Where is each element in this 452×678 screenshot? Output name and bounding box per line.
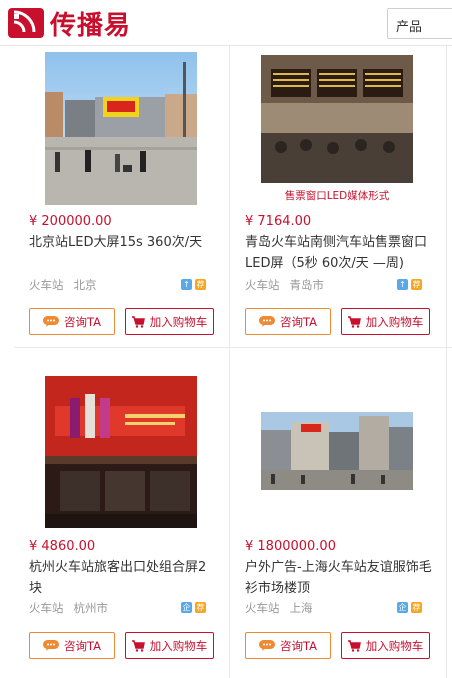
enterprise-badge-icon: 企 bbox=[397, 602, 408, 613]
product-category: 火车站 bbox=[245, 278, 280, 292]
product-price: ¥ 4860.00 bbox=[29, 539, 96, 554]
chat-bubble-icon bbox=[259, 640, 275, 651]
consult-button[interactable]: 咨询TA bbox=[29, 632, 115, 659]
top-header: 传播易 产品 bbox=[0, 0, 452, 46]
search-category-select[interactable]: 产品 bbox=[387, 8, 452, 39]
product-image[interactable] bbox=[261, 412, 413, 490]
product-image[interactable] bbox=[45, 376, 197, 528]
product-title[interactable]: 户外广告-上海火车站友谊服饰毛衫市场楼顶 bbox=[245, 557, 435, 599]
product-price: ¥ 7164.00 bbox=[245, 214, 312, 229]
recommend-badge-icon: 荐 bbox=[195, 279, 206, 290]
product-title[interactable]: 北京站LED大屏15s 360次/天 bbox=[29, 232, 219, 253]
badge-group: 企 荐 bbox=[397, 602, 422, 613]
product-meta: 火车站 杭州市 bbox=[29, 600, 108, 616]
product-meta: 火车站 上海 bbox=[245, 600, 313, 616]
broadcast-logo-icon bbox=[8, 8, 44, 38]
cart-icon bbox=[131, 639, 145, 652]
add-to-cart-label: 加入购物车 bbox=[149, 638, 208, 653]
product-city: 上海 bbox=[289, 601, 313, 615]
product-meta: 火车站 北京 bbox=[29, 277, 97, 293]
product-city: 北京 bbox=[73, 278, 97, 292]
cart-icon bbox=[347, 315, 361, 328]
product-city: 青岛市 bbox=[289, 278, 325, 292]
product-meta: 火车站 青岛市 bbox=[245, 277, 324, 293]
right-divider bbox=[446, 46, 447, 678]
add-to-cart-label: 加入购物车 bbox=[365, 314, 424, 329]
enterprise-badge-icon: 企 bbox=[181, 602, 192, 613]
chat-bubble-icon bbox=[259, 316, 275, 327]
add-to-cart-label: 加入购物车 bbox=[365, 638, 424, 653]
product-image[interactable]: 售票窗口LED媒体形式 bbox=[261, 55, 413, 205]
logo-text: 传播易 bbox=[50, 10, 132, 41]
product-title[interactable]: 杭州火车站旅客出口处组合屏2块 bbox=[29, 557, 219, 599]
consult-label: 咨询TA bbox=[280, 638, 317, 653]
recommend-badge-icon: 荐 bbox=[411, 602, 422, 613]
consult-label: 咨询TA bbox=[64, 314, 101, 329]
row-divider bbox=[14, 347, 452, 348]
add-to-cart-button[interactable]: 加入购物车 bbox=[341, 308, 430, 335]
consult-button[interactable]: 咨询TA bbox=[245, 308, 331, 335]
product-category: 火车站 bbox=[29, 278, 64, 292]
badge-group: ↑ 荐 bbox=[181, 279, 206, 290]
product-price: ¥ 200000.00 bbox=[29, 214, 112, 229]
product-category: 火车站 bbox=[29, 601, 64, 615]
column-divider bbox=[229, 46, 230, 678]
chat-bubble-icon bbox=[43, 640, 59, 651]
add-to-cart-button[interactable]: 加入购物车 bbox=[341, 632, 430, 659]
recommend-badge-icon: 荐 bbox=[411, 279, 422, 290]
add-to-cart-label: 加入购物车 bbox=[149, 314, 208, 329]
product-price: ¥ 1800000.00 bbox=[245, 539, 336, 554]
product-city: 杭州市 bbox=[73, 601, 109, 615]
consult-button[interactable]: 咨询TA bbox=[245, 632, 331, 659]
consult-label: 咨询TA bbox=[280, 314, 317, 329]
product-category: 火车站 bbox=[245, 601, 280, 615]
cart-icon bbox=[347, 639, 361, 652]
consult-button[interactable]: 咨询TA bbox=[29, 308, 115, 335]
product-image[interactable] bbox=[45, 52, 197, 205]
badge-group: 企 荐 bbox=[181, 602, 206, 613]
cart-icon bbox=[131, 315, 145, 328]
add-to-cart-button[interactable]: 加入购物车 bbox=[125, 632, 214, 659]
badge-group: ↑ 荐 bbox=[397, 279, 422, 290]
arrow-up-badge-icon: ↑ bbox=[181, 279, 192, 290]
add-to-cart-button[interactable]: 加入购物车 bbox=[125, 308, 214, 335]
image-caption: 售票窗口LED媒体形式 bbox=[284, 190, 390, 202]
arrow-up-badge-icon: ↑ bbox=[397, 279, 408, 290]
chat-bubble-icon bbox=[43, 316, 59, 327]
product-title[interactable]: 青岛火车站南侧汽车站售票窗口LED屏（5秒 60次/天 —周) bbox=[245, 232, 435, 274]
recommend-badge-icon: 荐 bbox=[195, 602, 206, 613]
consult-label: 咨询TA bbox=[64, 638, 101, 653]
site-logo[interactable]: 传播易 bbox=[8, 7, 132, 41]
